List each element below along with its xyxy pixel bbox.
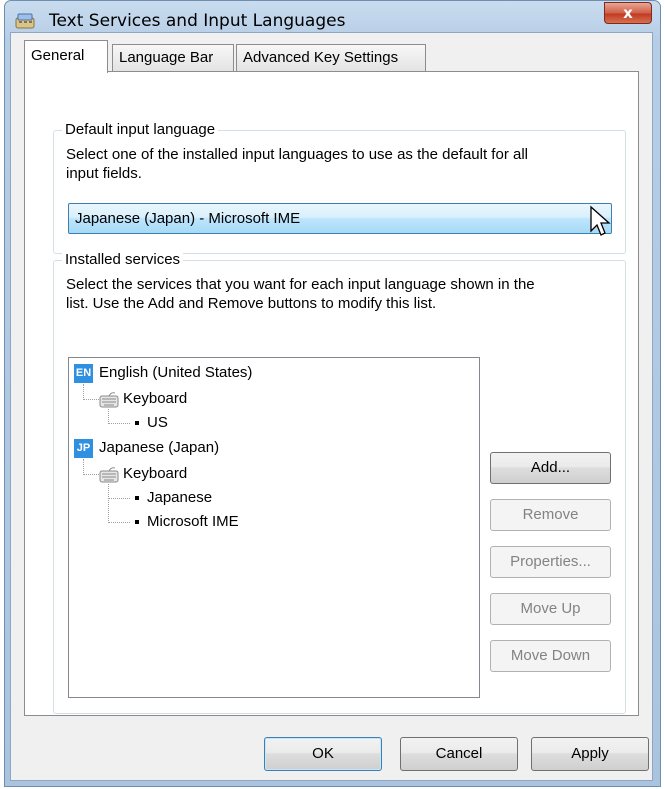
installed-services-description-line2: list. Use the Add and Remove buttons to … <box>66 295 437 312</box>
installed-services-description: Select the services that you want for ea… <box>66 275 535 313</box>
cancel-button[interactable]: Cancel <box>400 737 518 771</box>
keyboard-icon <box>99 467 119 483</box>
default-input-description: Select one of the installed input langua… <box>66 145 528 183</box>
tab-language-bar[interactable]: Language Bar <box>112 44 234 71</box>
tree-item-japanese-keyboard[interactable]: Keyboard <box>123 465 187 482</box>
tree-connector <box>83 474 99 475</box>
bullet-icon <box>135 421 139 425</box>
window-title: Text Services and Input Languages <box>49 11 346 31</box>
tab-advanced-key-settings[interactable]: Advanced Key Settings <box>236 44 426 71</box>
move-down-button[interactable]: Move Down <box>490 640 611 672</box>
mouse-pointer-icon <box>590 205 611 236</box>
bullet-icon <box>135 520 139 524</box>
tree-connector <box>108 423 130 424</box>
tree-item-layout-us[interactable]: US <box>147 414 168 431</box>
default-input-language-legend: Default input language <box>62 121 219 138</box>
tree-connector <box>108 498 130 499</box>
tree-item-english-keyboard[interactable]: Keyboard <box>123 390 187 407</box>
move-up-button[interactable]: Move Up <box>490 593 611 625</box>
tab-general[interactable]: General <box>24 40 108 73</box>
tree-connector <box>108 522 130 523</box>
tree-connector <box>83 384 84 400</box>
properties-button[interactable]: Properties... <box>490 546 611 578</box>
close-button[interactable]: x <box>604 2 652 24</box>
en-language-badge-icon: EN <box>74 364 93 383</box>
keyboard-app-icon <box>15 13 35 29</box>
jp-language-badge-icon: JP <box>74 439 93 458</box>
installed-services-description-line1: Select the services that you want for ea… <box>66 276 535 293</box>
keyboard-icon <box>99 392 119 408</box>
tree-connector <box>108 409 109 424</box>
close-icon: x <box>623 4 633 22</box>
default-language-value: Japanese (Japan) - Microsoft IME <box>75 210 301 227</box>
installed-services-tree[interactable]: EN English (United States) Keyboard US J… <box>68 357 480 698</box>
ok-button[interactable]: OK <box>264 737 382 771</box>
tree-item-layout-microsoft-ime[interactable]: Microsoft IME <box>147 513 239 530</box>
bullet-icon <box>135 496 139 500</box>
tree-connector <box>83 399 99 400</box>
remove-button[interactable]: Remove <box>490 499 611 531</box>
default-input-description-line2: input fields. <box>66 165 142 182</box>
tree-connector <box>83 459 84 475</box>
default-input-description-line1: Select one of the installed input langua… <box>66 146 528 163</box>
tree-item-english[interactable]: English (United States) <box>99 364 252 381</box>
tree-connector <box>108 484 109 523</box>
apply-button[interactable]: Apply <box>531 737 649 771</box>
tree-item-japanese[interactable]: Japanese (Japan) <box>99 439 219 456</box>
add-button[interactable]: Add... <box>490 452 611 484</box>
installed-services-legend: Installed services <box>62 251 184 268</box>
tree-item-layout-japanese[interactable]: Japanese <box>147 489 212 506</box>
default-language-select[interactable]: Japanese (Japan) - Microsoft IME <box>68 203 612 234</box>
